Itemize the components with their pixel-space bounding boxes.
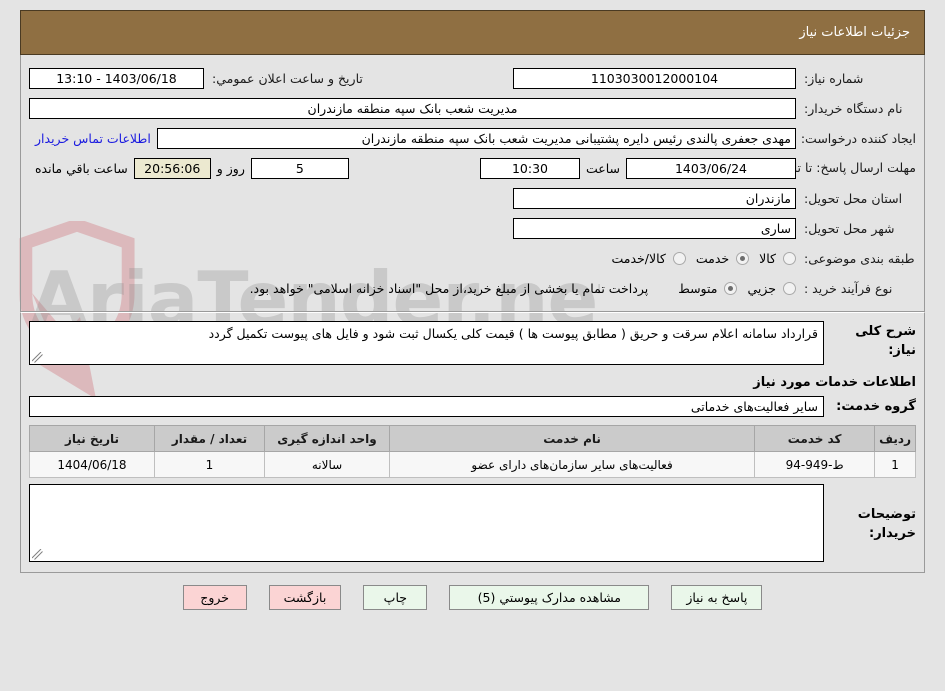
form-row-buyer-org: نام دستگاه خریدار: مدیریت شعب بانک سپه م… xyxy=(21,95,924,121)
creator-label: ایجاد کننده درخواست: xyxy=(800,130,916,146)
creator-value: مهدی جعفری پالندی رئیس دایره پشتیبانی مد… xyxy=(156,127,796,149)
process-radio-option-1[interactable]: متوسط xyxy=(668,280,738,296)
remaining-days-suffix: روز و xyxy=(216,160,245,176)
process-type-label: نوع فرآیند خرید : xyxy=(804,280,893,296)
col-row: ردیف xyxy=(874,425,916,452)
deadline-time-label: ساعت xyxy=(585,160,620,176)
process-radio-1-label: متوسط xyxy=(678,280,718,296)
services-table-header-row: ردیف کد خدمت نام خدمت واحد اندازه گیری ت… xyxy=(29,425,916,452)
buyer-org-value: مدیریت شعب بانک سپه منطقه مازندران xyxy=(29,97,796,119)
need-details-block: شرح کلی نیاز: قرارداد سامانه اعلام سرقت … xyxy=(20,312,925,573)
back-button[interactable]: بازگشت xyxy=(268,585,342,610)
description-text: قرارداد سامانه اعلام سرقت و حریق ( مطابق… xyxy=(208,326,818,341)
col-unit: واحد اندازه گیری xyxy=(264,425,390,452)
buyer-notes-textarea[interactable] xyxy=(29,484,824,562)
cell-row: 1 xyxy=(874,451,916,478)
service-group-row: گروه خدمت: سایر فعالیت‌های خدماتی xyxy=(29,396,916,417)
deadline-time-value: 10:30 xyxy=(479,157,580,179)
province-label: استان محل تحویل: xyxy=(804,190,903,206)
remaining-days-value: 5 xyxy=(250,157,349,179)
service-group-value: سایر فعالیت‌های خدماتی xyxy=(29,396,824,417)
cell-quantity: 1 xyxy=(154,451,265,478)
page-title-bar: جزئیات اطلاعات نیاز xyxy=(20,10,925,55)
table-row[interactable]: 1 ط-949-94 فعالیت‌های سایر سازمان‌های دا… xyxy=(29,451,916,478)
category-radio-0-label: کالا xyxy=(759,250,776,266)
col-code: کد خدمت xyxy=(754,425,876,452)
category-radio-2-icon[interactable] xyxy=(672,251,686,265)
service-group-label: گروه خدمت: xyxy=(836,399,916,414)
category-radio-option-2[interactable]: کالا/خدمت xyxy=(601,250,686,266)
form-row-city: شهر محل تحویل: ساری xyxy=(21,215,924,241)
category-radio-option-1[interactable]: خدمت xyxy=(686,250,750,266)
cell-name: فعالیت‌های سایر سازمان‌های دارای عضو xyxy=(388,451,756,478)
view-attachments-button[interactable]: مشاهده مدارک پیوستي (5) xyxy=(449,585,650,610)
remaining-clock-value: 20:56:06 xyxy=(133,157,211,179)
col-quantity: تعداد / مقدار xyxy=(154,425,265,452)
remaining-suffix-label: ساعت باقي مانده xyxy=(35,160,128,176)
city-value: ساری xyxy=(513,217,796,239)
process-radio-option-0[interactable]: جزيي xyxy=(737,281,796,296)
buyer-notes-label: توضیحات خریدار: xyxy=(857,507,916,541)
category-label: طبقه بندی موضوعی: xyxy=(804,250,915,266)
services-section-title: اطلاعات خدمات مورد نیاز xyxy=(753,375,916,390)
cell-code: ط-949-94 xyxy=(754,451,876,478)
page-title: جزئیات اطلاعات نیاز xyxy=(799,25,910,40)
services-table: ردیف کد خدمت نام خدمت واحد اندازه گیری ت… xyxy=(29,425,916,478)
footer-button-bar: پاسخ به نیاز مشاهده مدارک پیوستي (5) چاپ… xyxy=(20,573,925,620)
cell-unit: سالانه xyxy=(264,451,390,478)
print-button[interactable]: چاپ xyxy=(363,585,428,610)
buyer-notes-row: توضیحات خریدار: xyxy=(29,484,916,568)
form-row-province: استان محل تحویل: مازندران xyxy=(21,185,924,211)
resize-grip-icon[interactable] xyxy=(32,352,43,363)
form-row-category: طبقه بندی موضوعی: کالا خدمت کالا/خدمت xyxy=(21,245,924,271)
form-row-deadline: مهلت ارسال پاسخ: تا تاریخ: 1403/06/24 سا… xyxy=(21,155,924,181)
category-radio-2-label: کالا/خدمت xyxy=(611,250,666,266)
need-number-label: شماره نیاز: xyxy=(804,70,864,86)
col-need-date: تاریخ نیاز xyxy=(29,425,155,452)
deadline-label: مهلت ارسال پاسخ: تا تاریخ: xyxy=(771,159,916,175)
announce-datetime-value: 1403/06/18 - 13:10 xyxy=(29,67,204,89)
category-radio-1-label: خدمت xyxy=(695,250,730,266)
buyer-contact-link[interactable]: اطلاعات تماس خریدار xyxy=(29,131,157,146)
col-name: نام خدمت xyxy=(388,425,756,452)
province-value: مازندران xyxy=(513,187,796,209)
city-label: شهر محل تحویل: xyxy=(804,220,895,236)
category-radio-1-icon[interactable] xyxy=(736,251,750,265)
need-number-value: 1103030012000104 xyxy=(513,67,796,89)
cell-need-date: 1404/06/18 xyxy=(29,451,155,478)
category-radio-0-icon[interactable] xyxy=(783,251,796,265)
form-row-process-type: نوع فرآیند خرید : جزيي متوسط پرداخت تمام… xyxy=(21,275,924,301)
form-row-creator: ایجاد کننده درخواست: مهدی جعفری پالندی ر… xyxy=(21,125,924,151)
resize-grip-icon[interactable] xyxy=(32,549,43,560)
deadline-date-value: 1403/06/24 xyxy=(626,157,796,179)
respond-button[interactable]: پاسخ به نیاز xyxy=(671,585,763,610)
process-radio-0-icon[interactable] xyxy=(783,281,796,295)
need-info-form: شماره نیاز: 1103030012000104 تاریخ و ساع… xyxy=(20,55,925,312)
category-radio-option-0[interactable]: کالا xyxy=(749,251,796,266)
form-row-need-number: شماره نیاز: 1103030012000104 تاریخ و ساع… xyxy=(21,65,924,91)
payment-note: پرداخت تمام یا بخشی از مبلغ خرید،از محل … xyxy=(249,280,649,296)
process-radio-0-label: جزيي xyxy=(747,280,776,296)
announce-datetime-label: تاریخ و ساعت اعلان عمومي: xyxy=(212,70,363,86)
description-textarea[interactable]: قرارداد سامانه اعلام سرقت و حریق ( مطابق… xyxy=(29,321,824,365)
exit-button[interactable]: خروج xyxy=(182,585,247,610)
process-radio-1-icon[interactable] xyxy=(724,281,738,295)
description-label: شرح کلی نیاز: xyxy=(855,324,916,358)
description-row: شرح کلی نیاز: قرارداد سامانه اعلام سرقت … xyxy=(29,321,916,365)
buyer-org-label: نام دستگاه خریدار: xyxy=(804,100,903,116)
page-container: جزئیات اطلاعات نیاز شماره نیاز: 11030300… xyxy=(20,10,925,620)
